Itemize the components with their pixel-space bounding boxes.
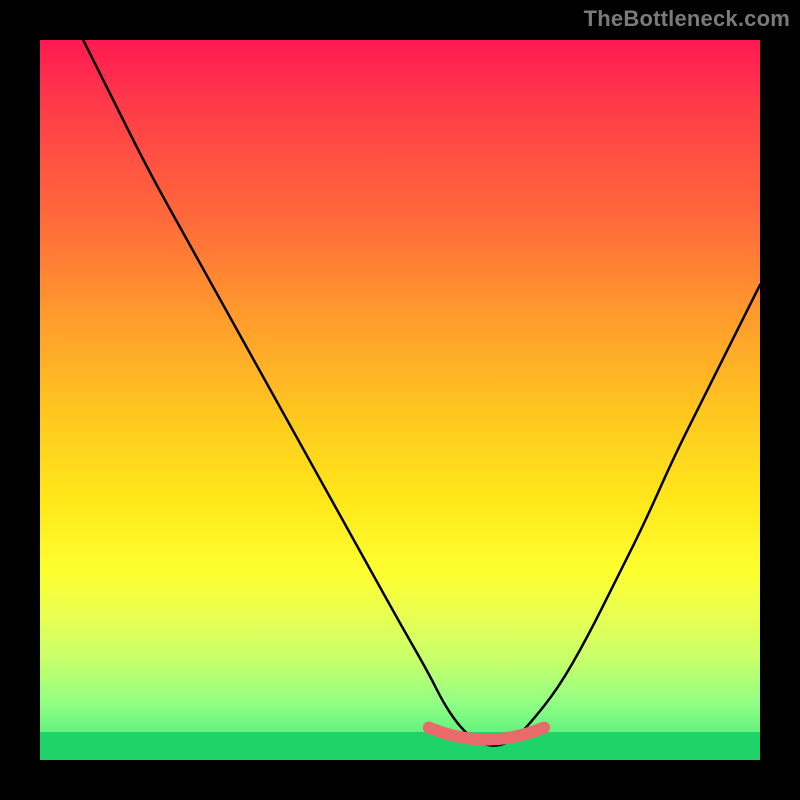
trough-path (429, 728, 544, 740)
trough-highlight (40, 40, 760, 760)
plot-area (40, 40, 760, 760)
chart-frame: TheBottleneck.com (0, 0, 800, 800)
watermark-label: TheBottleneck.com (584, 6, 790, 32)
